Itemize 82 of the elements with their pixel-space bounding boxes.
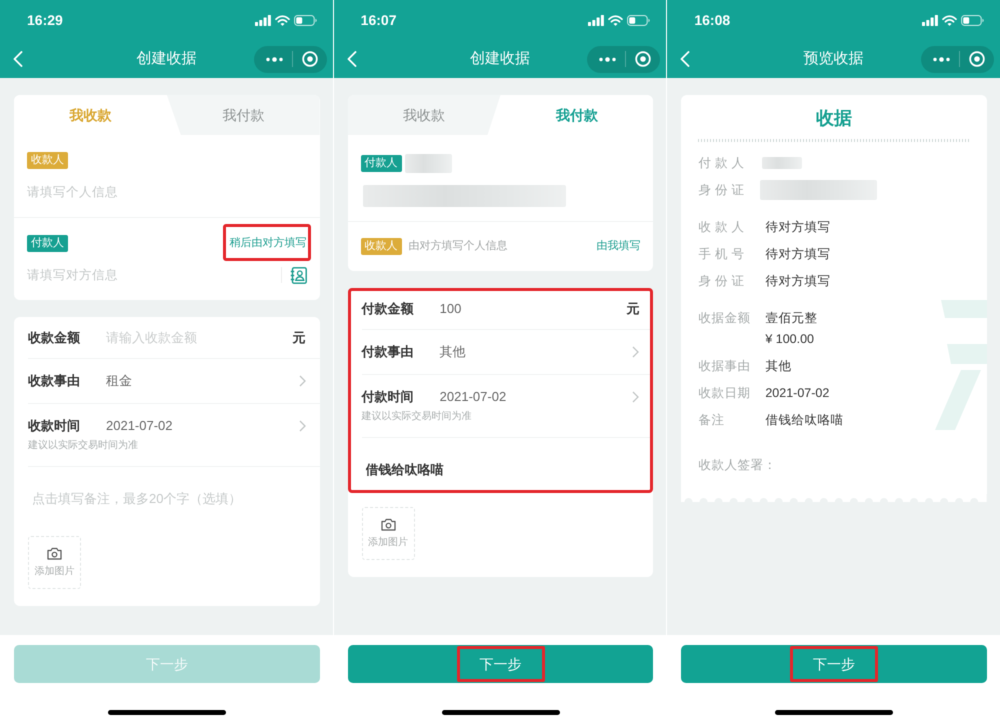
remark-input[interactable]: 点击填写备注，最多20个字（选填） bbox=[32, 490, 302, 507]
page-title: 创建收据 bbox=[136, 48, 196, 69]
input-field[interactable]: 请填写对方信息 bbox=[27, 266, 281, 284]
wifi-icon bbox=[608, 14, 624, 26]
circle-dot-icon[interactable] bbox=[635, 51, 652, 67]
receipt-value: ¥ 100.00 bbox=[765, 331, 816, 348]
status-time: 16:08 bbox=[694, 13, 730, 27]
receipt-label: 手 机 号 bbox=[698, 246, 746, 263]
back-icon[interactable] bbox=[13, 51, 23, 67]
contact-card-icon[interactable] bbox=[290, 266, 307, 284]
receipt-label: 收款日期 bbox=[698, 385, 752, 402]
tab[interactable]: 我付款 bbox=[166, 95, 320, 135]
battery-icon bbox=[294, 14, 317, 26]
signature-label: 收款人签署： bbox=[698, 457, 778, 474]
signal-icon bbox=[588, 14, 604, 26]
role-badge: 付款人 bbox=[360, 155, 402, 172]
field-label: 收款金额 bbox=[28, 328, 81, 347]
next-button[interactable]: 下一步 bbox=[348, 645, 654, 683]
camera-icon bbox=[380, 518, 396, 530]
hint-text: 建议以实际交易时间为准 bbox=[362, 410, 473, 424]
picker-value[interactable]: 2021-07-02 bbox=[440, 387, 632, 407]
receipt-value: 待对方填写 bbox=[765, 273, 830, 290]
receipt-label: 收据金额 bbox=[698, 310, 752, 327]
field-label: 收款事由 bbox=[28, 372, 81, 390]
remark-input[interactable]: 借钱给呔咯喵 bbox=[366, 462, 636, 478]
text-link[interactable]: 由我填写 bbox=[596, 239, 640, 254]
more-icon[interactable] bbox=[266, 56, 283, 62]
receipt-label: 收据事由 bbox=[698, 358, 752, 375]
receipt-value: 2021-07-02 bbox=[765, 385, 830, 402]
battery-icon bbox=[627, 14, 650, 26]
field-label: 收款时间 bbox=[28, 417, 81, 436]
back-icon[interactable] bbox=[680, 51, 690, 67]
field-label: 付款时间 bbox=[362, 388, 415, 406]
signal-icon bbox=[254, 14, 271, 26]
chevron-right-icon bbox=[298, 375, 306, 387]
picker-value[interactable]: 2021-07-02 bbox=[106, 416, 299, 436]
picker-value[interactable]: 租金 bbox=[106, 371, 299, 391]
next-button[interactable]: 下一步 bbox=[681, 645, 988, 683]
receipt-label: 付 款 人 bbox=[698, 155, 746, 172]
signal-icon bbox=[922, 14, 938, 26]
hint-text: 建议以实际交易时间为准 bbox=[28, 439, 139, 453]
battery-icon bbox=[961, 14, 984, 26]
status-time: 16:29 bbox=[27, 13, 63, 27]
receipt-title: 收据 bbox=[815, 107, 854, 129]
circle-dot-icon[interactable] bbox=[969, 51, 986, 67]
receipt-label: 身 份 证 bbox=[698, 182, 746, 199]
page-title: 创建收据 bbox=[470, 48, 530, 69]
receipt-label: 身 份 证 bbox=[698, 273, 746, 290]
party-note: 由对方填写个人信息 bbox=[408, 238, 508, 254]
role-badge: 收款人 bbox=[360, 238, 402, 255]
camera-icon bbox=[47, 546, 62, 560]
chevron-right-icon bbox=[298, 420, 306, 432]
field-label: 付款事由 bbox=[362, 343, 415, 362]
chevron-right-icon bbox=[632, 346, 640, 358]
circle-dot-icon[interactable] bbox=[302, 51, 318, 67]
receipt-value: 借钱给呔咯喵 bbox=[765, 412, 844, 429]
tab[interactable]: 我收款 bbox=[348, 95, 501, 135]
receipt-value: 待对方填写 bbox=[765, 246, 830, 263]
receipt-label: 备注 bbox=[698, 412, 726, 429]
receipt-value: 待对方填写 bbox=[765, 219, 830, 236]
add-photo-button[interactable]: 添加图片 bbox=[28, 536, 81, 589]
back-icon[interactable] bbox=[346, 51, 357, 67]
more-icon[interactable] bbox=[933, 56, 950, 62]
receipt-value: 壹佰元整 bbox=[765, 310, 818, 327]
amount-input[interactable]: 100 bbox=[440, 298, 626, 318]
input-field[interactable]: 请填写个人信息 bbox=[27, 183, 307, 201]
unit-label: 元 bbox=[292, 328, 306, 347]
text-link[interactable]: 稍后由对方填写 bbox=[230, 236, 307, 251]
unit-label: 元 bbox=[626, 300, 640, 318]
wifi-icon bbox=[942, 14, 958, 26]
status-time: 16:07 bbox=[360, 13, 396, 27]
role-badge: 收款人 bbox=[27, 152, 68, 169]
add-photo-button[interactable]: 添加图片 bbox=[362, 507, 415, 560]
role-badge: 付款人 bbox=[27, 235, 68, 252]
receipt-label: 收 款 人 bbox=[698, 219, 746, 236]
field-label: 付款金额 bbox=[362, 300, 415, 318]
receipt-value: 其他 bbox=[765, 358, 792, 375]
page-title: 预览收据 bbox=[804, 48, 864, 69]
chevron-right-icon bbox=[632, 391, 640, 403]
wifi-icon bbox=[274, 14, 290, 26]
more-icon[interactable] bbox=[599, 56, 616, 62]
picker-value[interactable]: 其他 bbox=[440, 342, 632, 362]
